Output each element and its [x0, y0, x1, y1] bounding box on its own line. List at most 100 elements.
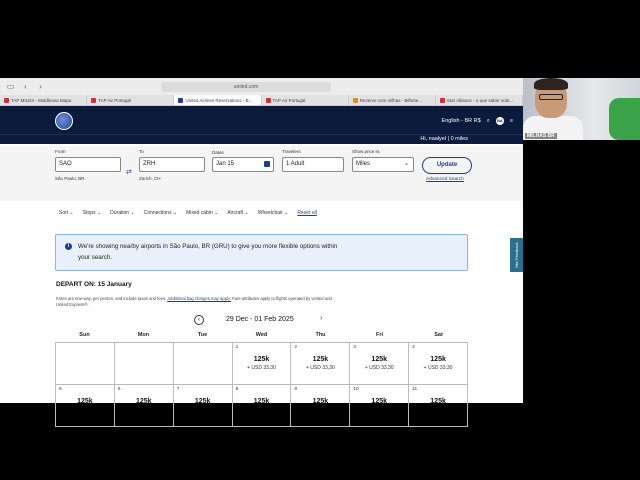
calendar-day-cell[interactable]: 7 125k	[173, 385, 233, 427]
browser-tab[interactable]: Reserve com milhas - Bilhete...	[349, 95, 436, 105]
swap-icon[interactable]: ⇄	[126, 168, 132, 176]
fares-note: Fares are one-way, per person, and inclu…	[56, 296, 336, 308]
advanced-search-link[interactable]: Advanced Search	[426, 177, 464, 182]
forward-icon[interactable]: ›	[36, 82, 45, 91]
to-label: To	[139, 149, 144, 154]
favicon-icon	[265, 97, 271, 103]
day-number: 10	[353, 387, 359, 392]
filter-aircraft[interactable]: Aircraft ⌄	[227, 210, 248, 216]
tab-label: TAP Air Portugal	[272, 97, 306, 103]
filter-wheelchair[interactable]: Wheelchair ⌄	[258, 210, 289, 216]
weekday-label: Mon	[137, 332, 150, 338]
calendar-day-cell[interactable]: 8 125k	[232, 385, 292, 427]
site-feedback-button[interactable]: Site Feedback	[510, 238, 523, 272]
travelers-input[interactable]: 1 Adult	[282, 157, 344, 172]
account-greeting[interactable]: Hi, naalyel | 0 miles	[0, 134, 523, 144]
from-sub: São Paulo, BR	[55, 176, 85, 181]
prev-month-button[interactable]: ‹	[194, 315, 204, 325]
chevron-down-icon: ⌄	[129, 210, 135, 216]
fares-note-a: Fares are one-way, per person, and inclu…	[56, 296, 167, 301]
screen: ▭ ‹ › united.com TAP MILES - Middlesea M…	[0, 0, 640, 480]
calendar-range: 29 Dec - 01 Feb 2025	[226, 316, 294, 323]
to-sub: Zürich, CH	[139, 176, 161, 181]
update-button[interactable]: Update	[422, 157, 472, 174]
fare-miles: 125k	[430, 356, 446, 363]
browser-tab[interactable]: TAP Air Portugal	[262, 95, 349, 105]
favicon-icon	[178, 97, 184, 103]
favicon-icon	[4, 97, 9, 103]
filter-label: Sort	[59, 210, 69, 216]
browser-toolbar: ▭ ‹ › united.com	[0, 78, 523, 95]
sidebar-icon[interactable]: ▭	[6, 82, 15, 91]
filter-mixed-cabin[interactable]: Mixed cabin ⌄	[186, 210, 218, 216]
search-icon[interactable]: ⌕	[487, 118, 490, 125]
from-label: From	[55, 149, 66, 154]
menu-icon[interactable]: ≡	[510, 118, 513, 124]
favicon-icon	[352, 97, 358, 103]
calendar-day-cell[interactable]: 10 125k	[350, 385, 410, 427]
filter-label: Aircraft	[227, 210, 244, 216]
search-panel: From SAO São Paulo, BR ⇄ To ZRH Zürich, …	[0, 146, 523, 201]
united-header: English - BR R$ ⌕ NA ≡	[0, 106, 523, 136]
depart-heading: DEPART ON: 15 January	[56, 281, 132, 288]
weekday-label: Thu	[315, 332, 326, 338]
weekday-label: Fri	[375, 332, 384, 338]
fare-miles: 125k	[194, 398, 211, 405]
calendar-day-cell[interactable]: 2 125k + USD 33,30	[291, 343, 351, 385]
to-input[interactable]: ZRH	[139, 157, 205, 172]
chevron-down-icon: ⌄	[171, 210, 178, 216]
webcam-hair	[534, 78, 568, 90]
calendar-day-cell[interactable]: 11 125k	[409, 385, 468, 427]
filter-label: Stops	[82, 210, 96, 216]
weekday-label: Sun	[79, 332, 90, 338]
filter-stops[interactable]: Stops ⌄	[83, 210, 101, 216]
from-input[interactable]: SAO	[55, 157, 121, 172]
calendar-day-cell[interactable]: 4 125k + USD 33,30	[409, 343, 468, 385]
calendar-day-cell[interactable]: 5 125k	[56, 385, 115, 427]
calendar-nav: ‹ 29 Dec - 01 Feb 2025 ›	[194, 315, 334, 325]
browser-tab[interactable]: TAP Air Portugal	[87, 95, 175, 105]
reset-all-link[interactable]: Reset all	[297, 210, 316, 216]
day-number: 2	[294, 345, 298, 350]
united-logo-icon[interactable]	[55, 112, 73, 130]
filter-connections[interactable]: Connections ⌄	[144, 210, 177, 216]
next-month-button[interactable]: ›	[320, 315, 322, 322]
price-value: Miles	[356, 161, 371, 167]
calendar-day-cell[interactable]: 1 125k + USD 33,30	[232, 343, 292, 385]
bag-charges-link[interactable]: Additional bag charges may apply.	[167, 296, 231, 301]
calendar-day-cell[interactable]: 6 125k	[114, 385, 174, 427]
fare-calendar: Sun Mon Tue Wed Thu Fri Sat 1 125k + USD 33,30 2 1…	[55, 332, 468, 427]
language-selector[interactable]: English - BR R$	[442, 118, 481, 124]
browser-tab[interactable]: TAP MILES - Middlesea Mapa	[0, 95, 88, 105]
avatar[interactable]: NA	[495, 117, 504, 125]
fare-miles: 125k	[135, 398, 152, 405]
dates-value: Jan 15	[216, 161, 235, 167]
calendar-day-cell	[114, 343, 174, 385]
glasses-icon	[539, 94, 563, 100]
price-select[interactable]: Miles ⌄	[352, 157, 414, 172]
day-number: 3	[353, 345, 356, 350]
back-icon[interactable]: ‹	[21, 82, 30, 91]
dates-label: Dates	[212, 150, 224, 155]
info-icon: i	[65, 243, 72, 250]
tab-label: TAP Air Portugal	[98, 97, 132, 103]
banner-text: We're showing nearby airports in São Pau…	[78, 243, 338, 261]
calendar-day-cell	[56, 343, 115, 385]
browser-tab[interactable]: Star Alliance - o que saber sobr...	[436, 95, 523, 105]
dates-input[interactable]: Jan 15	[212, 157, 274, 172]
chevron-down-icon: ⌄	[212, 210, 219, 216]
favicon-icon	[91, 97, 97, 103]
filter-duration[interactable]: Duration ⌄	[110, 210, 135, 216]
tab-strip: TAP MILES - Middlesea Mapa TAP Air Portug…	[0, 95, 523, 106]
calendar-icon	[264, 161, 270, 167]
tab-label: Star Alliance - o que saber sobr...	[446, 97, 514, 103]
filter-label: Wheelchair	[257, 210, 283, 216]
chevron-down-icon: ⌄	[68, 210, 74, 216]
calendar-day-cell[interactable]: 9 125k	[291, 385, 351, 427]
calendar-day-cell[interactable]: 3 125k + USD 33,30	[350, 343, 410, 385]
browser-tab[interactable]: United Airlines Reservations - B...	[174, 95, 262, 105]
day-number: 1	[235, 345, 239, 350]
filter-sort[interactable]: Sort ⌄	[59, 210, 74, 216]
url-bar[interactable]: united.com	[161, 81, 331, 92]
price-label: Show price in:	[352, 149, 381, 154]
